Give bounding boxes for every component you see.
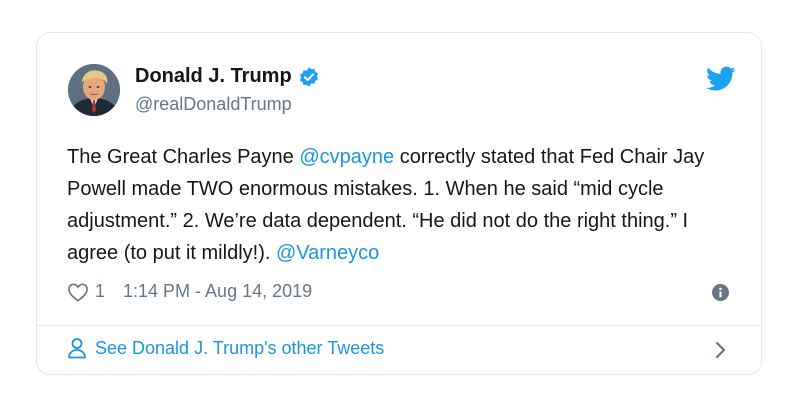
author-handle[interactable]: @realDonaldTrump [135, 94, 292, 115]
like-count: 1 [95, 281, 106, 301]
tweet-text-part: The Great Charles Payne [67, 146, 300, 168]
tweet-timestamp[interactable]: 1:14 PM - Aug 14, 2019 [123, 281, 312, 302]
author-name-row[interactable]: Donald J. Trump [135, 65, 320, 88]
heart-icon[interactable] [67, 282, 89, 302]
avatar[interactable] [68, 64, 120, 116]
see-other-tweets-label[interactable]: See Donald J. Trump's other Tweets [95, 338, 384, 359]
chevron-right-icon[interactable] [712, 338, 730, 362]
tweet-text: The Great Charles Payne @cvpayne correct… [67, 141, 737, 269]
tweet-card: Donald J. Trump @realDonaldTrump The Gre… [36, 32, 762, 375]
divider [37, 325, 761, 326]
see-other-tweets-link[interactable]: See Donald J. Trump's other Tweets [67, 337, 384, 359]
author-display-name[interactable]: Donald J. Trump [135, 65, 292, 88]
twitter-bird-icon[interactable] [706, 66, 736, 92]
avatar-photo [68, 64, 120, 116]
mention-link-cvpayne[interactable]: @cvpayne [299, 146, 394, 168]
mention-link-varneyco[interactable]: @Varneyco [276, 242, 379, 264]
person-icon [68, 338, 86, 359]
info-icon[interactable] [712, 284, 729, 301]
tweet-meta: 1 1:14 PM - Aug 14, 2019 [67, 281, 312, 302]
verified-badge-icon [299, 66, 318, 87]
